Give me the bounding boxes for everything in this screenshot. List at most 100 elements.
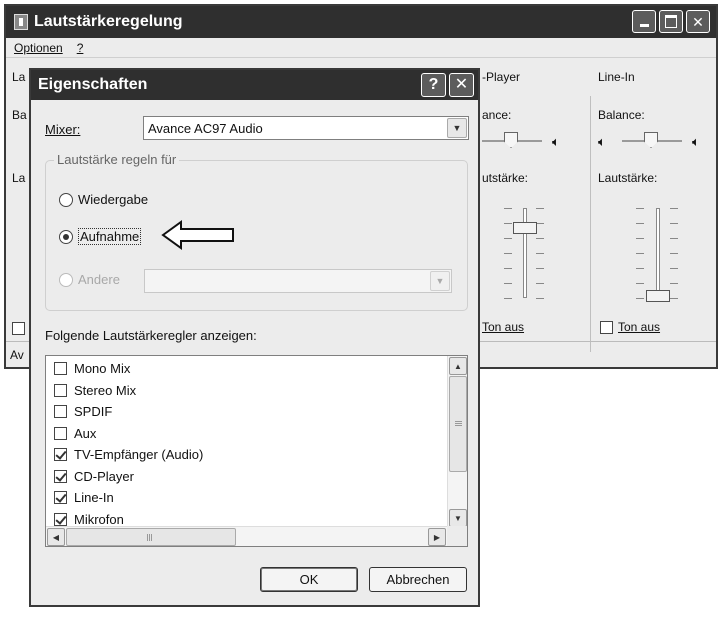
list-item[interactable]: Stereo Mix bbox=[54, 380, 203, 402]
list-item[interactable]: TV-Empfänger (Audio) bbox=[54, 444, 203, 466]
mute-label: Ton aus bbox=[482, 320, 525, 334]
close-icon: ✕ bbox=[454, 76, 469, 93]
maximize-button[interactable] bbox=[659, 10, 683, 33]
speaker-right-icon: 🔈︎ bbox=[692, 134, 700, 149]
item-label: SPDIF bbox=[74, 404, 113, 420]
speaker-left-icon: 🔈︎ bbox=[598, 134, 606, 149]
item-checkbox[interactable] bbox=[54, 448, 67, 462]
column-header: Line-In bbox=[598, 70, 635, 84]
mixer-value: Avance AC97 Audio bbox=[148, 120, 263, 136]
item-checkbox[interactable] bbox=[54, 469, 67, 483]
list-item[interactable]: Mono Mix bbox=[54, 358, 203, 380]
mute-checkbox[interactable] bbox=[600, 320, 613, 334]
mixer-dropdown[interactable]: Avance AC97 Audio ▼ bbox=[143, 116, 469, 140]
radio-recording[interactable]: Aufnahme bbox=[59, 228, 142, 245]
volume-ticks bbox=[536, 208, 544, 300]
list-item[interactable]: SPDIF bbox=[54, 401, 203, 423]
list-item[interactable]: Line-In bbox=[54, 487, 203, 509]
menu-help[interactable]: ? bbox=[77, 41, 84, 55]
scroll-corner bbox=[447, 526, 467, 546]
mixer-column-cd-player: -Player ance: 🔈︎ utstärke: Ton aus bbox=[482, 58, 600, 339]
main-titlebar[interactable]: Lautstärkeregelung ✕ bbox=[6, 6, 716, 38]
volume-ticks bbox=[670, 208, 678, 300]
menu-bar: Optionen ? bbox=[6, 38, 716, 58]
volume-controls-list[interactable]: Mono Mix Stereo Mix SPDIF Aux TV-Empfänger (… bbox=[45, 355, 468, 547]
dialog-titlebar[interactable]: Eigenschaften ? ✕ bbox=[31, 70, 478, 100]
radio-recording-label: Aufnahme bbox=[78, 228, 142, 245]
help-button[interactable]: ? bbox=[421, 73, 446, 97]
dialog-close-button[interactable]: ✕ bbox=[449, 73, 474, 97]
slider-thumb[interactable] bbox=[644, 132, 658, 148]
scroll-up-button[interactable]: ▲ bbox=[449, 357, 467, 375]
cancel-button[interactable]: Abbrechen bbox=[369, 567, 467, 592]
properties-dialog: Eigenschaften ? ✕ Mixer: Avance AC97 Aud… bbox=[29, 68, 480, 607]
item-label: Aux bbox=[74, 425, 97, 441]
dialog-title: Eigenschaften bbox=[38, 76, 148, 93]
app-icon bbox=[14, 14, 28, 30]
mute-toggle[interactable]: Ton aus bbox=[482, 320, 524, 334]
horizontal-scrollbar[interactable]: ◀ ▶ bbox=[46, 526, 447, 546]
volume-ticks bbox=[636, 208, 644, 300]
close-button[interactable]: ✕ bbox=[686, 10, 710, 33]
scroll-thumb[interactable] bbox=[449, 376, 467, 472]
help-icon: ? bbox=[428, 76, 439, 93]
scroll-down-button[interactable]: ▼ bbox=[449, 509, 467, 527]
item-label: TV-Empfänger (Audio) bbox=[74, 447, 204, 463]
volume-thumb[interactable] bbox=[513, 222, 537, 234]
volume-slider[interactable] bbox=[656, 208, 660, 298]
mute-toggle[interactable]: Ton aus bbox=[600, 320, 660, 334]
list-items: Mono Mix Stereo Mix SPDIF Aux TV-Empfänger (… bbox=[54, 358, 203, 530]
list-item[interactable]: Aux bbox=[54, 423, 203, 445]
item-label: Mono Mix bbox=[74, 361, 131, 377]
chevron-down-icon[interactable]: ▼ bbox=[447, 118, 467, 138]
column-header: La bbox=[12, 70, 26, 84]
item-checkbox[interactable] bbox=[54, 362, 67, 376]
radio-other[interactable]: Andere bbox=[59, 272, 120, 287]
minimize-button[interactable] bbox=[632, 10, 656, 33]
ok-button[interactable]: OK bbox=[260, 567, 358, 592]
item-checkbox[interactable] bbox=[54, 512, 67, 526]
speaker-right-icon: 🔈︎ bbox=[552, 134, 560, 149]
radio-button-selected[interactable] bbox=[59, 229, 73, 244]
volume-ticks bbox=[504, 208, 512, 300]
balance-label: ance: bbox=[482, 108, 512, 122]
list-caption: Folgende Lautstärkeregler anzeigen: bbox=[45, 328, 257, 343]
item-checkbox[interactable] bbox=[54, 491, 67, 505]
radio-other-label: Andere bbox=[78, 272, 120, 287]
item-checkbox[interactable] bbox=[54, 383, 67, 397]
balance-slider[interactable] bbox=[622, 132, 682, 150]
volume-thumb[interactable] bbox=[646, 290, 670, 302]
volume-label: utstärke: bbox=[482, 171, 529, 185]
mute-checkbox[interactable] bbox=[12, 322, 25, 335]
main-window-title: Lautstärkeregelung bbox=[34, 13, 183, 30]
menu-options[interactable]: Optionen bbox=[14, 41, 63, 55]
item-label: Mikrofon bbox=[74, 511, 124, 527]
vertical-scrollbar[interactable]: ▲ ▼ bbox=[447, 356, 467, 528]
volume-label: Lautstärke: bbox=[598, 171, 658, 185]
scroll-right-button[interactable]: ▶ bbox=[428, 528, 446, 546]
radio-button[interactable] bbox=[59, 192, 73, 207]
chevron-down-icon[interactable]: ▼ bbox=[430, 271, 450, 291]
radio-button[interactable] bbox=[59, 272, 73, 287]
list-item[interactable]: CD-Player bbox=[54, 466, 203, 488]
radio-playback[interactable]: Wiedergabe bbox=[59, 192, 148, 207]
other-device-dropdown[interactable]: ▼ bbox=[144, 269, 452, 293]
item-label: Line-In bbox=[74, 490, 114, 506]
status-text: Av bbox=[10, 347, 24, 362]
slider-thumb[interactable] bbox=[504, 132, 518, 148]
volume-control-group: Lautstärke regeln für Wiedergabe Aufnahm… bbox=[45, 152, 468, 311]
ok-label: OK bbox=[299, 572, 319, 587]
radio-playback-label: Wiedergabe bbox=[78, 192, 149, 207]
mixer-column-line-in: Line-In Balance: 🔈︎ 🔈︎ Lautstärke: Ton a… bbox=[598, 58, 716, 339]
item-checkbox[interactable] bbox=[54, 405, 67, 419]
balance-slider[interactable] bbox=[482, 132, 542, 150]
scroll-thumb[interactable] bbox=[66, 528, 236, 546]
column-separator bbox=[590, 96, 591, 352]
item-label: CD-Player bbox=[74, 468, 134, 484]
group-legend: Lautstärke regeln für bbox=[54, 152, 180, 167]
item-checkbox[interactable] bbox=[54, 426, 67, 440]
mixer-label: Mixer: bbox=[45, 122, 81, 137]
column-header: -Player bbox=[482, 70, 521, 84]
close-icon: ✕ bbox=[692, 13, 704, 30]
scroll-left-button[interactable]: ◀ bbox=[47, 528, 65, 546]
